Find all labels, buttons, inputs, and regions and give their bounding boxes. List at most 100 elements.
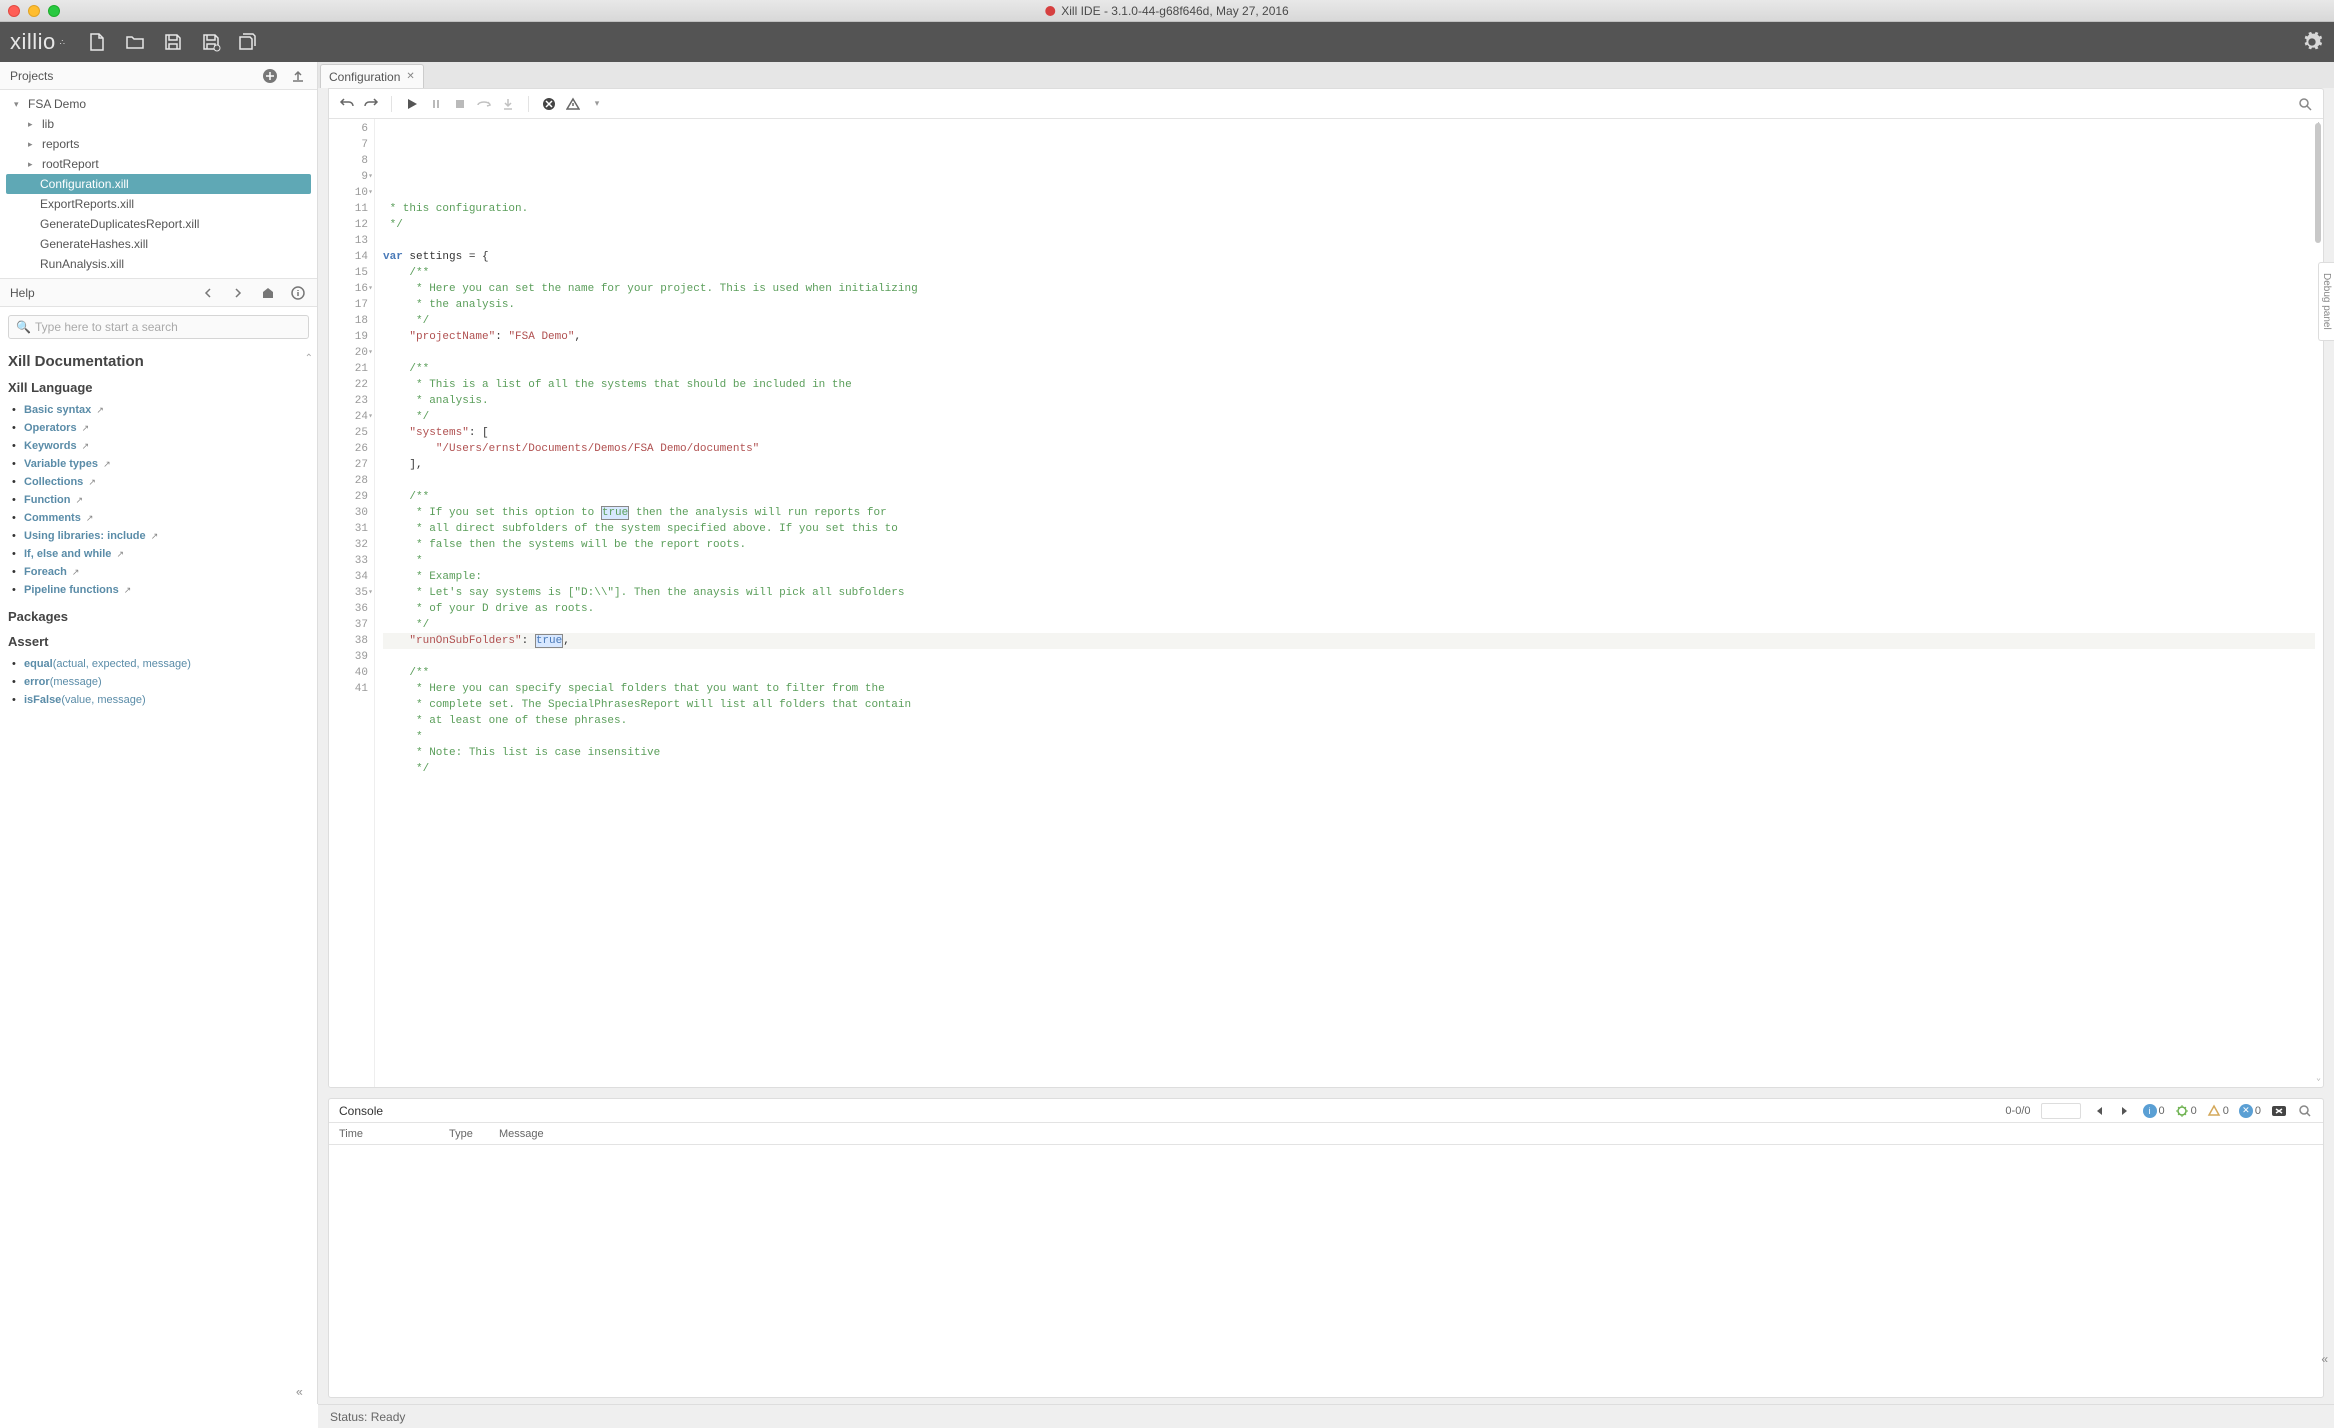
doc-link[interactable]: Foreach ↗ xyxy=(24,563,309,581)
upload-project-button[interactable] xyxy=(289,67,307,85)
undo-button[interactable] xyxy=(339,96,355,112)
doc-link[interactable]: Collections ↗ xyxy=(24,473,309,491)
help-forward-button[interactable] xyxy=(229,284,247,302)
console-header: Console 0-0/0 i0 0 0 ✕0 xyxy=(329,1099,2323,1123)
doc-link[interactable]: Comments ↗ xyxy=(24,509,309,527)
step-over-button[interactable] xyxy=(476,96,492,112)
console-label: Console xyxy=(339,1104,383,1118)
project-tree: ▾FSA Demo ▸lib ▸reports ▸rootReport Conf… xyxy=(0,90,317,278)
line-gutter[interactable]: 6789▾10▾111213141516▾17181920▾21222324▾2… xyxy=(329,119,375,1087)
doc-link[interactable]: Operators ↗ xyxy=(24,419,309,437)
doc-link[interactable]: Pipeline functions ↗ xyxy=(24,581,309,599)
col-time: Time xyxy=(339,1128,449,1140)
scroll-up-icon[interactable]: ⌃ xyxy=(305,353,313,364)
projects-panel-header: Projects xyxy=(0,62,317,90)
debug-badge[interactable]: 0 xyxy=(2175,1104,2197,1118)
window-controls xyxy=(8,5,60,17)
tree-file[interactable]: GenerateDuplicatesReport.xill xyxy=(0,214,317,234)
doc-link[interactable]: error(message) xyxy=(24,673,309,691)
clear-breakpoints-button[interactable] xyxy=(541,96,557,112)
lang-title: Xill Language xyxy=(8,380,309,395)
tree-folder[interactable]: ▸lib xyxy=(0,114,317,134)
console-search-button[interactable] xyxy=(2297,1103,2313,1119)
minimize-window-button[interactable] xyxy=(28,5,40,17)
new-file-button[interactable] xyxy=(85,30,109,54)
doc-link[interactable]: If, else and while ↗ xyxy=(24,545,309,563)
macos-titlebar: Xill IDE - 3.1.0-44-g68f646d, May 27, 20… xyxy=(0,0,2334,22)
tree-root[interactable]: ▾FSA Demo xyxy=(0,94,317,114)
col-type: Type xyxy=(449,1128,499,1140)
scroll-down-icon[interactable]: ⌄ xyxy=(2316,1071,2321,1087)
help-search-input[interactable] xyxy=(8,315,309,339)
doc-link[interactable]: Keywords ↗ xyxy=(24,437,309,455)
editor-area: Configuration ✕ xyxy=(318,62,2334,1404)
info-badge[interactable]: i0 xyxy=(2143,1104,2165,1118)
sidebar: Projects ▾FSA Demo ▸lib ▸reports ▸rootRe… xyxy=(0,62,318,1404)
doc-link[interactable]: Function ↗ xyxy=(24,491,309,509)
close-tab-button[interactable]: ✕ xyxy=(406,71,414,82)
code-editor[interactable]: 6789▾10▾111213141516▾17181920▾21222324▾2… xyxy=(329,119,2323,1087)
statusbar: Status: Ready xyxy=(318,1404,2334,1428)
zoom-window-button[interactable] xyxy=(48,5,60,17)
close-window-button[interactable] xyxy=(8,5,20,17)
doc-link[interactable]: equal(actual, expected, message) xyxy=(24,655,309,673)
debug-collapse-button[interactable]: « xyxy=(2321,1352,2328,1366)
debug-panel-tab[interactable]: Debug panel xyxy=(2318,262,2334,341)
app-logo: xillio∴ xyxy=(10,29,63,55)
open-folder-button[interactable] xyxy=(123,30,147,54)
tree-file-selected[interactable]: Configuration.xill xyxy=(6,174,311,194)
help-panel: Help 🔍 ⌃ Xill Documentation Xill Languag… xyxy=(0,278,317,1404)
tree-file[interactable]: GenerateHashes.xill xyxy=(0,234,317,254)
editor-search-button[interactable] xyxy=(2297,96,2313,112)
save-as-button[interactable] xyxy=(199,30,223,54)
step-into-button[interactable] xyxy=(500,96,516,112)
stop-button[interactable] xyxy=(452,96,468,112)
warnings-button[interactable] xyxy=(565,96,581,112)
tree-folder[interactable]: ▸reports xyxy=(0,134,317,154)
scrollbar-thumb[interactable] xyxy=(2315,123,2321,243)
run-button[interactable] xyxy=(404,96,420,112)
tree-folder[interactable]: ▸rootReport xyxy=(0,154,317,174)
documentation-section: ⌃ Xill Documentation Xill Language Basic… xyxy=(0,347,317,1404)
doc-link[interactable]: Using libraries: include ↗ xyxy=(24,527,309,545)
error-badge[interactable]: ✕0 xyxy=(2239,1104,2261,1118)
help-back-button[interactable] xyxy=(199,284,217,302)
packages-title: Packages xyxy=(8,609,309,624)
console-body[interactable] xyxy=(329,1145,2323,1397)
tree-file[interactable]: RunAnalysis.xill xyxy=(0,254,317,274)
code-body[interactable]: ⌃ ⌄ * this configuration. */var settings… xyxy=(375,119,2323,1087)
editor-tab[interactable]: Configuration ✕ xyxy=(320,64,424,88)
tab-label: Configuration xyxy=(329,70,400,84)
doc-link[interactable]: Basic syntax ↗ xyxy=(24,401,309,419)
doc-link[interactable]: isFalse(value, message) xyxy=(24,691,309,709)
console-last-button[interactable] xyxy=(2117,1103,2133,1119)
editor-wrap: ▾ 6789▾10▾111213141516▾17181920▾21222324… xyxy=(328,88,2324,1088)
pause-button[interactable] xyxy=(428,96,444,112)
save-all-button[interactable] xyxy=(237,30,261,54)
help-search: 🔍 xyxy=(8,315,309,339)
tree-file[interactable]: ExportReports.xill xyxy=(0,194,317,214)
sidebar-collapse-button[interactable]: » xyxy=(296,1386,303,1400)
dropdown-icon[interactable]: ▾ xyxy=(589,96,605,112)
console-filter-input[interactable] xyxy=(2041,1103,2081,1119)
projects-label: Projects xyxy=(10,69,53,83)
help-home-button[interactable] xyxy=(259,284,277,302)
warn-badge[interactable]: 0 xyxy=(2207,1104,2229,1118)
help-label: Help xyxy=(10,286,35,300)
settings-button[interactable] xyxy=(2300,30,2324,54)
console-first-button[interactable] xyxy=(2091,1103,2107,1119)
console-clear-button[interactable] xyxy=(2271,1103,2287,1119)
console-columns: Time Type Message xyxy=(329,1123,2323,1145)
editor-tabs: Configuration ✕ xyxy=(318,62,2334,88)
help-info-button[interactable] xyxy=(289,284,307,302)
doc-title: Xill Documentation xyxy=(8,353,309,370)
console-panel: Console 0-0/0 i0 0 0 ✕0 Time Type Messa xyxy=(328,1098,2324,1398)
help-header: Help xyxy=(0,279,317,307)
save-button[interactable] xyxy=(161,30,185,54)
doc-link[interactable]: Variable types ↗ xyxy=(24,455,309,473)
app-icon xyxy=(1045,6,1055,16)
redo-button[interactable] xyxy=(363,96,379,112)
window-title-text: Xill IDE - 3.1.0-44-g68f646d, May 27, 20… xyxy=(1061,4,1288,18)
status-text: Status: Ready xyxy=(330,1410,405,1424)
new-project-button[interactable] xyxy=(261,67,279,85)
